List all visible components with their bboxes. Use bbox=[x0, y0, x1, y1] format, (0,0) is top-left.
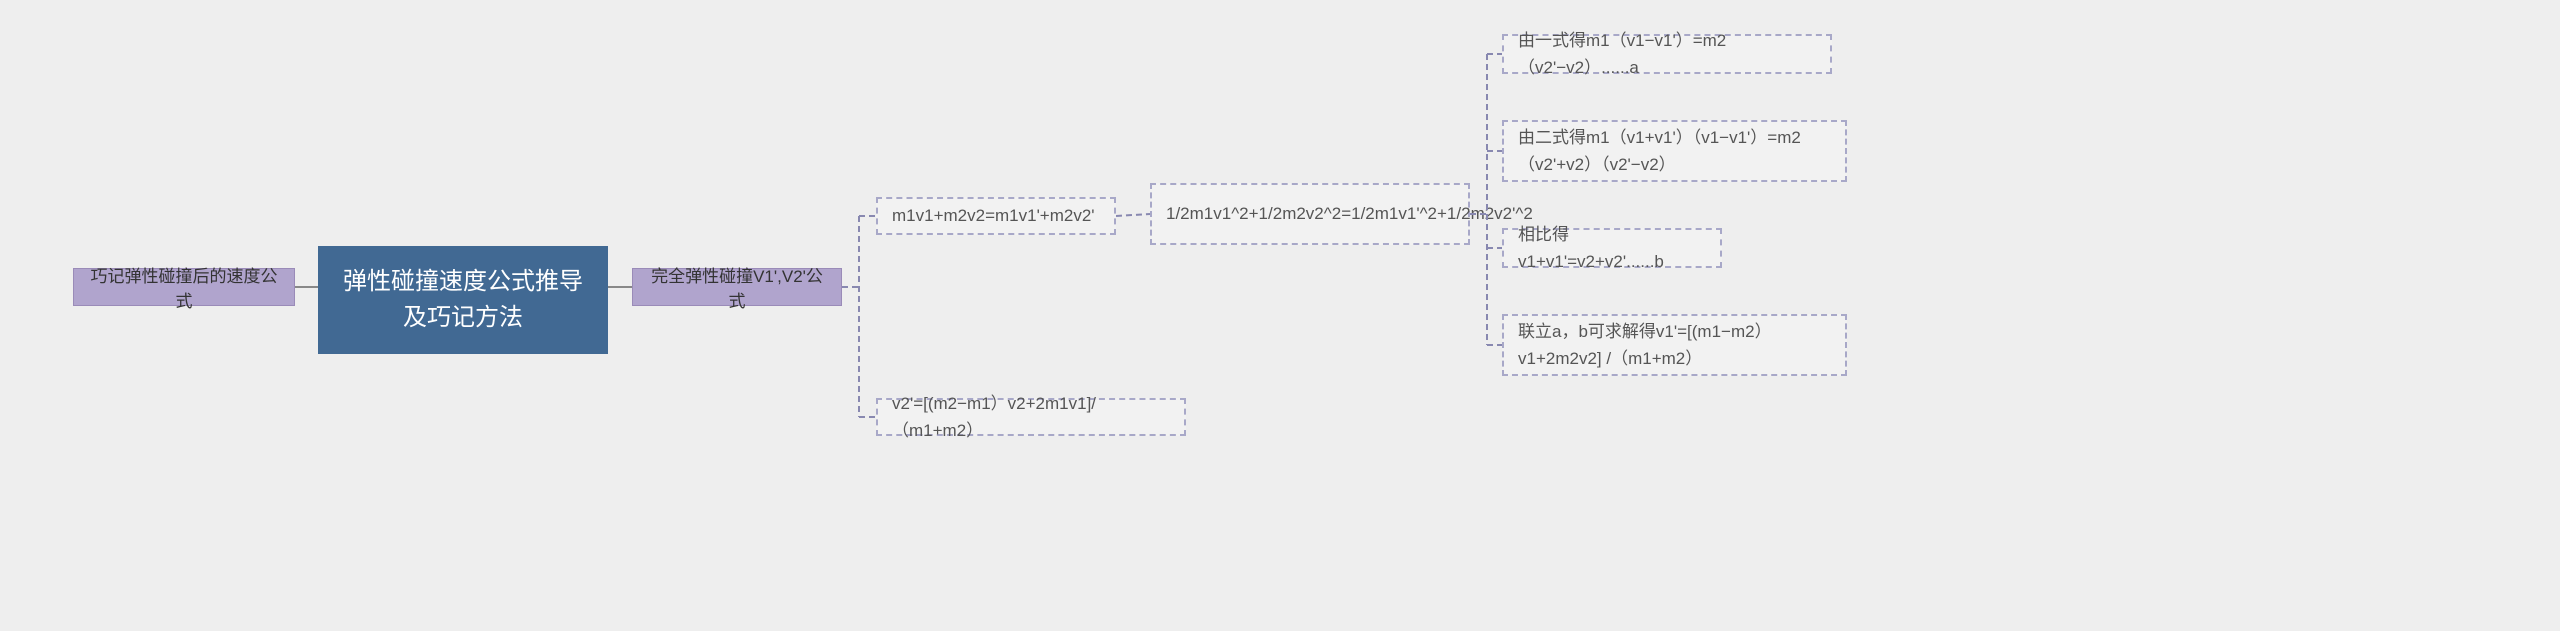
eq-v2prime[interactable]: v2'=[(m2−m1）v2+2m1v1]/（m1+m2） bbox=[876, 398, 1186, 436]
connector-left-root bbox=[295, 280, 318, 294]
eq-v2prime-text: v2'=[(m2−m1）v2+2m1v1]/（m1+m2） bbox=[892, 390, 1170, 444]
connector-right-branch bbox=[842, 210, 878, 420]
connector-root-right bbox=[608, 280, 632, 294]
root-node[interactable]: 弹性碰撞速度公式推导及巧记方法 bbox=[318, 246, 608, 354]
connector-eq1-eq3 bbox=[1116, 208, 1152, 224]
deriv-ratio-text: 相比得v1+v1'=v2+v2'......b bbox=[1518, 221, 1706, 275]
eq-momentum[interactable]: m1v1+m2v2=m1v1'+m2v2' bbox=[876, 197, 1116, 235]
deriv-final[interactable]: 联立a，b可求解得v1'=[(m1−m2）v1+2m2v2] /（m1+m2） bbox=[1502, 314, 1847, 376]
deriv-b2[interactable]: 由二式得m1（v1+v1'）（v1−v1'）=m2（v2'+v2）（v2'−v2… bbox=[1502, 120, 1847, 182]
deriv-ratio[interactable]: 相比得v1+v1'=v2+v2'......b bbox=[1502, 228, 1722, 268]
eq-energy-text: 1/2m1v1^2+1/2m2v2^2=1/2m1v1'^2+1/2m2v2'^… bbox=[1166, 200, 1533, 227]
left-branch-node[interactable]: 巧记弹性碰撞后的速度公式 bbox=[73, 268, 295, 306]
right-branch-label: 完全弹性碰撞V1',V2'公式 bbox=[647, 262, 827, 312]
deriv-final-text: 联立a，b可求解得v1'=[(m1−m2）v1+2m2v2] /（m1+m2） bbox=[1518, 318, 1831, 372]
right-branch-node[interactable]: 完全弹性碰撞V1',V2'公式 bbox=[632, 268, 842, 306]
eq-momentum-text: m1v1+m2v2=m1v1'+m2v2' bbox=[892, 202, 1095, 229]
left-branch-label: 巧记弹性碰撞后的速度公式 bbox=[88, 262, 280, 312]
root-label: 弹性碰撞速度公式推导及巧记方法 bbox=[338, 264, 588, 336]
deriv-a-text: 由一式得m1（v1−v1'）=m2（v2'−v2）......a bbox=[1518, 27, 1816, 81]
deriv-a[interactable]: 由一式得m1（v1−v1'）=m2（v2'−v2）......a bbox=[1502, 34, 1832, 74]
deriv-b2-text: 由二式得m1（v1+v1'）（v1−v1'）=m2（v2'+v2）（v2'−v2… bbox=[1518, 124, 1831, 178]
eq-energy[interactable]: 1/2m1v1^2+1/2m2v2^2=1/2m1v1'^2+1/2m2v2'^… bbox=[1150, 183, 1470, 245]
